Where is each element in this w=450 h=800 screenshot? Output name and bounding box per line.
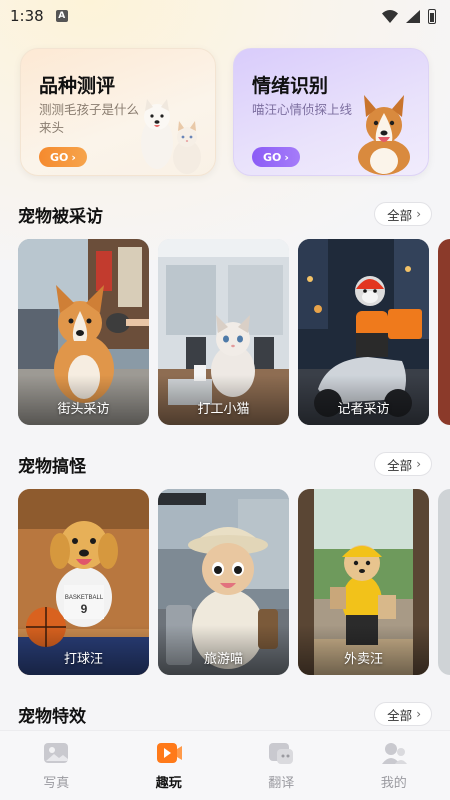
corgi-illustration bbox=[358, 95, 410, 175]
tile-street-interview[interactable]: 街头采访 bbox=[18, 239, 149, 425]
tile-travel-cat[interactable]: 旅游喵 bbox=[158, 489, 289, 675]
tile-label: 记者采访 bbox=[337, 402, 390, 417]
dog-and-kitten-illustration bbox=[141, 99, 201, 174]
view-all-button[interactable]: 全部 › bbox=[374, 452, 432, 476]
status-time: 1:38 bbox=[10, 7, 44, 25]
breed-test-title: 品种测评 bbox=[39, 75, 116, 97]
nav-item-photo[interactable]: 写真 bbox=[16, 740, 96, 791]
tile-label: 外卖汪 bbox=[343, 652, 383, 667]
breed-go-button[interactable]: GO › bbox=[39, 147, 87, 167]
nav-label: 翻译 bbox=[268, 776, 295, 791]
chevron-right-icon: › bbox=[416, 707, 421, 721]
svg-text:BASKETBALL: BASKETBALL bbox=[65, 595, 104, 601]
notification-icon: A bbox=[55, 10, 68, 22]
signal-icon bbox=[406, 9, 420, 23]
emotion-go-button[interactable]: GO › bbox=[252, 147, 300, 167]
wifi-icon bbox=[382, 9, 398, 23]
breed-test-card[interactable]: 品种测评 测测毛孩子是什么来头 GO › bbox=[20, 48, 216, 176]
tile-partial[interactable] bbox=[438, 239, 450, 425]
section-title: 宠物搞怪 bbox=[18, 456, 86, 477]
tile-delivery-dog[interactable]: 外卖汪 bbox=[298, 489, 429, 675]
section-title: 宠物被采访 bbox=[18, 206, 103, 227]
chevron-right-icon: › bbox=[416, 207, 421, 221]
tile-partial[interactable] bbox=[438, 489, 450, 675]
nav-item-play[interactable]: 趣玩 bbox=[129, 740, 209, 791]
battery-icon bbox=[428, 8, 436, 24]
nav-label: 写真 bbox=[43, 776, 70, 791]
tile-label: 打工小猫 bbox=[197, 402, 250, 417]
emotion-go-label: GO bbox=[263, 150, 282, 164]
translate-icon bbox=[269, 743, 294, 764]
tile-basketball-dog[interactable]: BASKETBALL 9 打球汪 bbox=[18, 489, 149, 675]
chevron-right-icon: › bbox=[416, 457, 421, 471]
status-bar: 1:38 A bbox=[0, 0, 450, 32]
chevron-right-icon: › bbox=[284, 150, 289, 164]
pet-funny-carousel[interactable]: BASKETBALL 9 打球汪 旅游喵 外卖汪 bbox=[18, 489, 450, 675]
profile-icon bbox=[381, 743, 407, 764]
nav-item-profile[interactable]: 我的 bbox=[354, 740, 434, 791]
pet-interview-carousel[interactable]: 街头采访 打工小猫 记者采访 bbox=[18, 239, 450, 425]
view-all-label: 全部 bbox=[387, 707, 413, 723]
tile-working-cat[interactable]: 打工小猫 bbox=[158, 239, 289, 425]
nav-item-translate[interactable]: 翻译 bbox=[241, 740, 321, 791]
photo-icon bbox=[44, 743, 69, 763]
breed-go-label: GO bbox=[50, 150, 69, 164]
section-title: 宠物特效 bbox=[18, 706, 86, 727]
tile-label: 旅游喵 bbox=[203, 652, 243, 667]
tile-label: 打球汪 bbox=[63, 652, 103, 667]
section-pet-effects-header: 宠物特效 全部 › bbox=[18, 700, 432, 728]
bottom-nav: 写真 趣玩 翻译 我的 bbox=[0, 730, 450, 800]
tile-reporter-interview[interactable]: 记者采访 bbox=[298, 239, 429, 425]
nav-label: 我的 bbox=[380, 776, 407, 791]
view-all-button[interactable]: 全部 › bbox=[374, 702, 432, 726]
status-indicators bbox=[382, 8, 436, 24]
section-pet-interview-header: 宠物被采访 全部 › bbox=[18, 200, 432, 228]
tile-label: 街头采访 bbox=[57, 402, 110, 417]
view-all-button[interactable]: 全部 › bbox=[374, 202, 432, 226]
emotion-recognition-title: 情绪识别 bbox=[252, 75, 329, 97]
play-icon bbox=[156, 743, 182, 763]
section-pet-funny-header: 宠物搞怪 全部 › bbox=[18, 450, 432, 478]
nav-label: 趣玩 bbox=[155, 776, 182, 791]
view-all-label: 全部 bbox=[387, 207, 413, 223]
view-all-label: 全部 bbox=[387, 457, 413, 473]
svg-text:9: 9 bbox=[81, 602, 88, 616]
chevron-right-icon: › bbox=[71, 150, 76, 164]
emotion-recognition-card[interactable]: 情绪识别 喵汪心情侦探上线 GO › bbox=[233, 48, 429, 176]
